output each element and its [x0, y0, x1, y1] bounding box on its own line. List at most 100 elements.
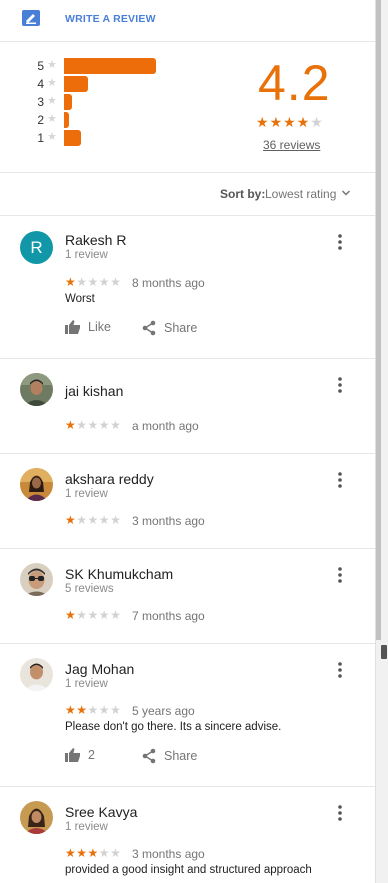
star-empty-icon: ★: [76, 513, 88, 527]
star-empty-icon: ★: [76, 608, 88, 622]
star-empty-icon: ★: [76, 418, 88, 432]
review-item: R Rakesh R 1 review ★★★★★ 8 months ago W…: [0, 216, 375, 359]
chevron-down-icon[interactable]: [341, 188, 351, 198]
share-label: Share: [164, 749, 198, 763]
star-empty-icon: ★: [110, 275, 122, 289]
histogram-bar: [64, 94, 72, 110]
star-empty-icon: ★: [87, 418, 99, 432]
review-time: 3 months ago: [132, 847, 205, 861]
review-item: jai kishan ★★★★★ a month ago: [0, 359, 375, 454]
star-filled-icon: ★: [65, 703, 77, 717]
share-button[interactable]: Share: [141, 320, 197, 336]
reviewer-name[interactable]: akshara reddy: [65, 471, 154, 487]
reviewer-review-count: 1 review: [65, 678, 108, 690]
star-empty-icon: ★: [87, 703, 99, 717]
rating-summary: 5 ★ 4 ★ 3 ★ 2 ★ 1 ★ 4.2 ★★★★★ 36 reviews: [0, 42, 375, 173]
star-empty-icon: ★: [87, 608, 99, 622]
avatar[interactable]: [20, 563, 53, 596]
histogram-star-label: 4: [37, 77, 44, 91]
star-filled-icon: ★: [269, 114, 284, 130]
histogram-star-label: 5: [37, 59, 44, 73]
write-review-label[interactable]: WRITE A REVIEW: [65, 13, 156, 25]
review-time: 3 months ago: [132, 514, 205, 528]
review-stars: ★★★★★: [65, 418, 121, 432]
review-stars: ★★★★★: [65, 846, 121, 860]
review-item: Jag Mohan 1 review ★★★★★ 5 years ago Ple…: [0, 644, 375, 787]
more-options-icon[interactable]: [333, 804, 347, 822]
histogram-star-label: 3: [37, 95, 44, 109]
review-item: SK Khumukcham 5 reviews ★★★★★ 7 months a…: [0, 549, 375, 644]
reviewer-name[interactable]: jai kishan: [65, 383, 123, 399]
star-filled-icon: ★: [296, 114, 311, 130]
review-item: Sree Kavya 1 review ★★★★★ 3 months ago p…: [0, 787, 375, 883]
avatar[interactable]: [20, 658, 53, 691]
sort-value[interactable]: Lowest rating: [265, 187, 336, 201]
reviewer-name[interactable]: Jag Mohan: [65, 661, 134, 677]
review-time: 7 months ago: [132, 609, 205, 623]
scrollbar-thumb[interactable]: [376, 0, 381, 640]
star-empty-icon: ★: [110, 418, 122, 432]
review-time: a month ago: [132, 419, 199, 433]
review-text: provided a good insight and structured a…: [65, 864, 312, 876]
sort-label: Sort by:: [220, 187, 266, 201]
reviewer-review-count: 5 reviews: [65, 583, 114, 595]
more-options-icon[interactable]: [333, 376, 347, 394]
star-empty-icon: ★: [110, 703, 122, 717]
reviewer-name[interactable]: Rakesh R: [65, 232, 126, 248]
review-stars: ★★★★★: [65, 608, 121, 622]
reviewer-name[interactable]: Sree Kavya: [65, 804, 137, 820]
like-count: 2: [88, 748, 95, 762]
star-empty-icon: ★: [98, 846, 111, 860]
reviewer-review-count: 1 review: [65, 488, 108, 500]
more-options-icon[interactable]: [333, 471, 347, 489]
reviewer-name[interactable]: SK Khumukcham: [65, 566, 173, 582]
star-empty-icon: ★: [310, 114, 324, 130]
review-stars: ★★★★★: [65, 513, 121, 527]
reviews-panel: WRITE A REVIEW 5 ★ 4 ★ 3 ★ 2 ★ 1 ★ 4.2 ★★★★★ 36 r…: [0, 0, 375, 883]
star-filled-icon: ★: [76, 703, 88, 717]
more-options-icon[interactable]: [333, 661, 347, 679]
like-button[interactable]: Like: [65, 320, 111, 334]
share-icon: [142, 748, 156, 764]
histogram-star-label: 2: [37, 113, 44, 127]
more-options-icon[interactable]: [333, 566, 347, 584]
reviewer-review-count: 1 review: [65, 821, 108, 833]
average-rating-stars: ★★★★★: [256, 114, 324, 131]
scrollbar[interactable]: [375, 0, 388, 883]
star-filled-icon: ★: [65, 846, 77, 860]
histogram-bar: [64, 58, 156, 74]
review-count-link[interactable]: 36 reviews: [263, 138, 320, 152]
review-time: 5 years ago: [132, 704, 195, 718]
star-empty-icon: ★: [98, 418, 111, 432]
star-icon: ★: [47, 131, 57, 143]
star-icon: ★: [47, 95, 57, 107]
star-empty-icon: ★: [87, 513, 99, 527]
share-label: Share: [164, 321, 198, 335]
histogram-star-label: 1: [37, 131, 44, 145]
star-empty-icon: ★: [110, 513, 122, 527]
star-empty-icon: ★: [76, 275, 88, 289]
star-filled-icon: ★: [65, 608, 77, 622]
reviewer-review-count: 1 review: [65, 249, 108, 261]
star-icon: ★: [47, 59, 57, 71]
avatar[interactable]: R: [20, 231, 53, 264]
histogram-bar: [64, 130, 81, 146]
review-time: 8 months ago: [132, 276, 205, 290]
review-text: Please don't go there. Its a sincere adv…: [65, 721, 282, 733]
share-button[interactable]: Share: [141, 748, 197, 764]
more-options-icon[interactable]: [333, 233, 347, 251]
star-empty-icon: ★: [110, 846, 122, 860]
avatar[interactable]: [20, 373, 53, 406]
review-stars: ★★★★★: [65, 275, 121, 289]
star-filled-icon: ★: [256, 114, 270, 130]
write-review-row[interactable]: WRITE A REVIEW: [0, 0, 375, 42]
star-filled-icon: ★: [65, 418, 77, 432]
thumbs-up-icon: [65, 320, 80, 334]
like-button[interactable]: 2: [65, 748, 95, 762]
like-label: Like: [88, 320, 111, 334]
histogram-bar: [64, 76, 88, 92]
scrollbar-marker: [381, 645, 387, 659]
avatar[interactable]: [20, 801, 53, 834]
avatar[interactable]: [20, 468, 53, 501]
sort-control[interactable]: Sort by: Lowest rating: [0, 173, 375, 216]
